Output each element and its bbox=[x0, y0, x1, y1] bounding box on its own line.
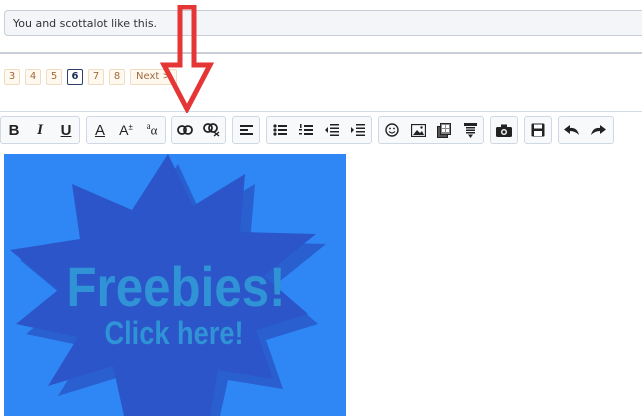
font-family-icon: aα bbox=[146, 121, 158, 138]
link-icon bbox=[177, 125, 193, 135]
insert-icon bbox=[463, 122, 477, 138]
freebies-banner-image[interactable]: Freebies! Click here! bbox=[4, 154, 346, 416]
next-page-link[interactable]: Next > bbox=[130, 69, 177, 85]
bold-button[interactable]: B bbox=[1, 117, 27, 143]
page-link-current[interactable]: 6 bbox=[67, 69, 83, 85]
page-link-7[interactable]: 7 bbox=[88, 69, 104, 85]
media-button[interactable] bbox=[431, 117, 457, 143]
toolbar-group-align bbox=[232, 116, 260, 144]
numbered-list-icon bbox=[299, 124, 313, 135]
likes-summary: You and scottalot like this. bbox=[4, 10, 642, 36]
underline-button[interactable]: U bbox=[53, 117, 79, 143]
redo-button[interactable] bbox=[585, 117, 611, 143]
toolbar-group-insert bbox=[378, 116, 484, 144]
toolbar-group-text-style: B I U bbox=[0, 116, 80, 144]
indent-icon bbox=[351, 124, 365, 136]
page-link-3[interactable]: 3 bbox=[4, 69, 20, 85]
redo-icon bbox=[591, 125, 606, 135]
page-link-8[interactable]: 8 bbox=[109, 69, 125, 85]
align-button[interactable] bbox=[233, 117, 259, 143]
image-icon bbox=[410, 123, 426, 137]
page-link-4[interactable]: 4 bbox=[25, 69, 41, 85]
undo-button[interactable] bbox=[559, 117, 585, 143]
smiley-icon bbox=[385, 123, 399, 137]
toolbar-group-lists bbox=[266, 116, 372, 144]
toolbar-group-upload bbox=[490, 116, 518, 144]
outdent-button[interactable] bbox=[319, 117, 345, 143]
toolbar-group-font: A A± aα bbox=[86, 116, 166, 144]
image-button[interactable] bbox=[405, 117, 431, 143]
pagination: 3 4 5 6 7 8 Next > bbox=[4, 69, 177, 87]
save-draft-button[interactable] bbox=[525, 117, 551, 143]
toolbar-group-save bbox=[524, 116, 552, 144]
align-left-icon bbox=[239, 124, 253, 135]
banner-title: Freebies! bbox=[66, 256, 285, 319]
outdent-icon bbox=[325, 124, 339, 136]
media-icon bbox=[436, 122, 451, 138]
font-color-button[interactable]: A bbox=[87, 117, 113, 143]
font-size-icon: A± bbox=[119, 122, 133, 138]
save-icon bbox=[531, 123, 545, 137]
bullet-list-button[interactable] bbox=[267, 117, 293, 143]
page-link-5[interactable]: 5 bbox=[46, 69, 62, 85]
bullet-list-icon bbox=[273, 124, 287, 136]
unlink-button[interactable] bbox=[198, 117, 224, 143]
editor-toolbar: B I U A A± aα bbox=[0, 111, 642, 150]
banner-subtitle: Click here! bbox=[104, 316, 243, 352]
undo-icon bbox=[564, 125, 579, 135]
toolbar-group-history bbox=[558, 116, 614, 144]
upload-image-button[interactable] bbox=[491, 117, 517, 143]
font-family-button[interactable]: aα bbox=[139, 117, 165, 143]
smilies-button[interactable] bbox=[379, 117, 405, 143]
link-button[interactable] bbox=[172, 117, 198, 143]
unlink-icon bbox=[202, 123, 219, 137]
italic-button[interactable]: I bbox=[27, 117, 53, 143]
indent-button[interactable] bbox=[345, 117, 371, 143]
toolbar-group-link bbox=[171, 116, 226, 144]
font-size-button[interactable]: A± bbox=[113, 117, 139, 143]
editor-content-area[interactable]: Freebies! Click here! bbox=[0, 149, 642, 416]
insert-button[interactable] bbox=[457, 117, 483, 143]
post-footer: You and scottalot like this. bbox=[0, 0, 642, 54]
camera-icon bbox=[496, 124, 512, 137]
numbered-list-button[interactable] bbox=[293, 117, 319, 143]
